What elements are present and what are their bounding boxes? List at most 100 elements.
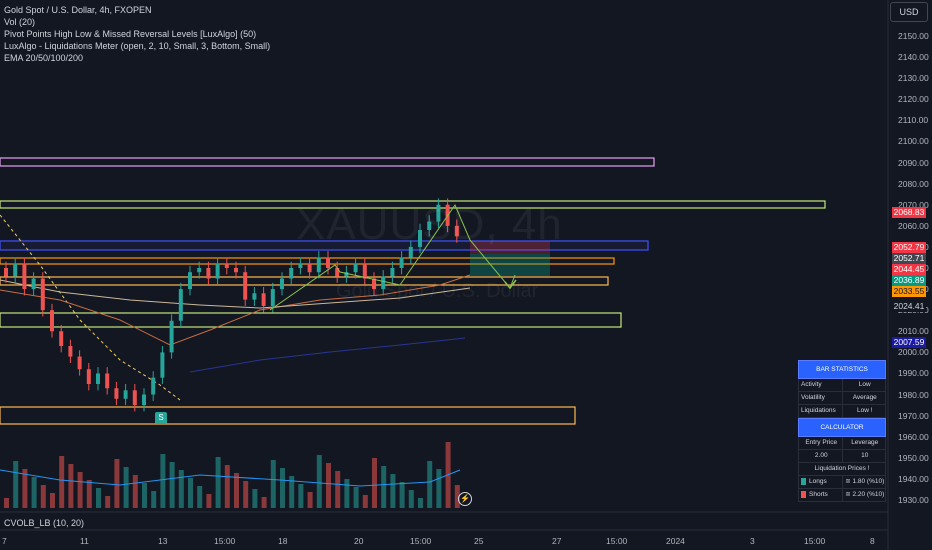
candle-body (224, 263, 229, 268)
candle-body (289, 268, 294, 279)
shorts-row: Shorts ≅ 2.20 (%10) (798, 489, 886, 502)
calculator-header: CALCULATOR (798, 418, 886, 437)
time-axis-label: 15:00 (410, 536, 432, 546)
volume-bar (326, 463, 331, 508)
stats-label: Liquidations (799, 405, 843, 417)
volume-bar (142, 483, 147, 508)
price-tag: 2036.89 (892, 275, 926, 286)
price-axis-label: 1950.00 (898, 452, 929, 463)
volume-bar (280, 468, 285, 508)
time-axis-label: 15:00 (214, 536, 236, 546)
volume-bar (114, 459, 120, 508)
legend-ema[interactable]: EMA 20/50/100/200 (4, 52, 270, 64)
volume-bar (298, 484, 304, 508)
time-axis-label: 27 (552, 536, 562, 546)
volume-bar (270, 460, 276, 508)
time-axis-label: 20 (354, 536, 364, 546)
stats-value: Low ! (856, 407, 873, 414)
candle-body (178, 289, 183, 321)
volume-bar (362, 495, 368, 508)
shorts-swatch-icon (801, 490, 806, 498)
price-axis-label: 2080.00 (898, 178, 929, 189)
candle-body (252, 293, 257, 300)
volume-bar (418, 498, 423, 508)
candle-body (123, 390, 128, 399)
candle-body (399, 257, 404, 268)
stats-label: Volatility (799, 392, 843, 404)
stats-value: Low (858, 381, 871, 388)
volume-bar (261, 497, 267, 508)
volume-bar (31, 477, 37, 508)
candle-body (316, 257, 321, 273)
price-tag: 2052.71 (892, 253, 926, 264)
legend-liquidations[interactable]: LuxAlgo - Liquidations Meter (open, 2, 1… (4, 40, 270, 52)
candle-body (68, 346, 73, 357)
volume-bar (86, 480, 92, 508)
candle-body (353, 263, 358, 273)
stats-label: Activity (799, 379, 843, 391)
time-axis-label: 11 (80, 536, 89, 546)
volume-bar (215, 457, 221, 508)
volume-bar (408, 490, 414, 508)
candle-body (59, 331, 64, 347)
legend-symbol[interactable]: Gold Spot / U.S. Dollar, 4h, FXOPEN (4, 4, 270, 16)
volume-bar (206, 494, 212, 508)
currency-button[interactable]: USD (890, 2, 928, 22)
price-tag: 2052.79 (892, 242, 926, 253)
volume-bar (132, 475, 138, 508)
price-axis-label: 2000.00 (898, 347, 929, 358)
candle-body (169, 320, 174, 353)
cvol-indicator-label[interactable]: CVOLB_LB (10, 20) (4, 518, 84, 528)
price-axis-label: 1960.00 (898, 431, 929, 442)
price-axis-label: 2010.00 (898, 326, 929, 337)
candle-body (280, 278, 284, 290)
bar-statistics-header: BAR STATISTICS (798, 360, 886, 379)
candle-body (13, 263, 18, 277)
time-axis-label: 13 (158, 536, 168, 546)
candle-body (40, 278, 45, 311)
support-zone-orange (0, 406, 576, 425)
legend-vol[interactable]: Vol (20) (4, 16, 270, 28)
volume-bar (436, 469, 442, 508)
leverage-label: Leverage (851, 439, 879, 446)
candle-body (197, 268, 202, 273)
candle-body (234, 268, 238, 273)
candle-body (261, 293, 266, 306)
price-axis-label: 1970.00 (898, 410, 929, 421)
price-axis-label: 2100.00 (898, 136, 929, 147)
volume-bar (372, 458, 377, 508)
time-axis-label: 2024 (666, 536, 685, 546)
candle-body (188, 272, 192, 290)
volume-bar (252, 489, 258, 508)
price-tag: 2044.45 (892, 264, 926, 275)
candle-body (215, 263, 220, 279)
stats-row: Liquidations Low ! (798, 405, 886, 418)
take-profit-area (470, 254, 550, 276)
price-chart[interactable] (0, 0, 932, 550)
bolt-icon[interactable]: ⚡ (458, 492, 472, 506)
legend-pivots[interactable]: Pivot Points High Low & Missed Reversal … (4, 28, 270, 40)
volume-bar (234, 473, 239, 508)
price-axis-label: 1930.00 (898, 495, 929, 505)
entry-price-value: 2.00 (799, 450, 843, 462)
volume-bar (96, 488, 101, 508)
candle-body (31, 278, 36, 290)
volume-bar (188, 478, 193, 508)
price-tag: 2068.83 (892, 207, 926, 218)
longs-value: ≅ 1.80 (%10) (845, 478, 885, 485)
candle-body (270, 289, 275, 306)
price-axis-label: 1990.00 (898, 368, 929, 379)
liquidation-prices-title: Liquidation Prices ! (798, 463, 886, 476)
price-tag: 2007.59 (892, 337, 926, 348)
longs-swatch-icon (801, 477, 806, 485)
volume-bar (390, 474, 396, 508)
price-axis-label: 2120.00 (898, 94, 929, 105)
stats-value: Average (852, 394, 877, 401)
candle-body (160, 352, 165, 378)
time-axis-label: 7 (2, 536, 7, 546)
ema-200-line (189, 337, 466, 373)
volume-bar (316, 455, 322, 508)
candle-body (114, 388, 119, 399)
volume-bar (59, 456, 65, 508)
candle-body (298, 263, 303, 268)
